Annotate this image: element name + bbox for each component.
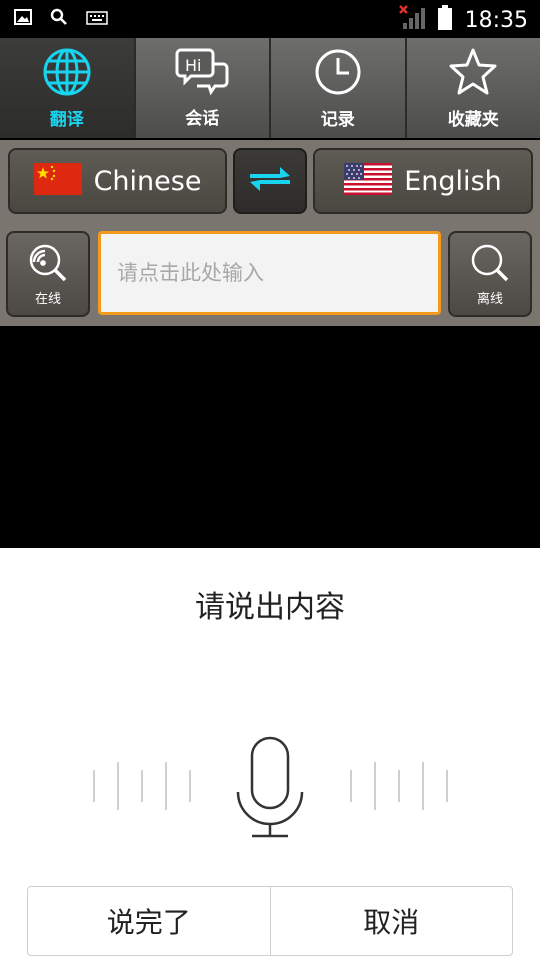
usa-flag-icon <box>344 163 393 199</box>
tab-favorites[interactable]: 收藏夹 <box>406 38 540 138</box>
search-icon <box>469 242 511 286</box>
globe-icon <box>42 47 92 101</box>
svg-text:Hi: Hi <box>185 56 201 75</box>
search-input[interactable] <box>98 231 441 315</box>
result-area <box>0 326 540 548</box>
online-search-button[interactable]: 在线 <box>6 231 90 317</box>
waveform-bar <box>117 762 119 810</box>
image-icon <box>14 9 32 29</box>
waveform-bar <box>189 770 191 802</box>
language-selector-row: Chinese English <box>0 140 540 222</box>
waveform-bar <box>422 762 424 810</box>
tab-history[interactable]: 记录 <box>271 38 407 138</box>
search-icon <box>50 8 68 30</box>
offline-search-button[interactable]: 离线 <box>448 231 532 317</box>
online-label: 在线 <box>34 291 61 307</box>
chat-hi-icon: Hi <box>175 48 229 100</box>
keyboard-icon <box>86 10 108 29</box>
waveform-bar <box>374 762 376 810</box>
tab-label: 会话 <box>185 108 220 129</box>
target-language-label: English <box>404 165 502 197</box>
clock-icon <box>313 47 363 101</box>
china-flag-icon <box>33 163 82 199</box>
tab-conversation[interactable]: Hi 会话 <box>135 38 271 138</box>
tab-label: 翻译 <box>49 109 84 130</box>
tab-label: 收藏夹 <box>447 109 499 130</box>
waveform-bar <box>141 770 143 802</box>
cancel-button[interactable]: 取消 <box>271 887 513 955</box>
status-time: 18:35 <box>464 7 528 33</box>
swap-languages-button[interactable] <box>233 148 307 214</box>
waveform-bar <box>165 762 167 810</box>
search-row: 在线 离线 <box>0 222 540 326</box>
voice-input-dialog: 请说出内容 说完了 取消 <box>0 548 540 960</box>
waveform-bar <box>93 770 95 802</box>
offline-label: 离线 <box>476 291 503 307</box>
microphone-icon[interactable] <box>236 736 304 842</box>
waveform-bar <box>350 770 352 802</box>
done-speaking-button[interactable]: 说完了 <box>28 887 271 955</box>
star-icon <box>447 47 499 101</box>
swap-arrows-icon <box>248 164 292 198</box>
tab-label: 记录 <box>320 109 355 130</box>
source-language-label: Chinese <box>93 165 202 197</box>
battery-icon <box>437 5 453 35</box>
signal-icon <box>398 5 425 35</box>
dialog-button-row: 说完了 取消 <box>27 886 513 956</box>
target-language-button[interactable]: English <box>313 148 533 214</box>
waveform-bar <box>398 770 400 802</box>
waveform-bar <box>446 770 448 802</box>
source-language-button[interactable]: Chinese <box>8 148 227 214</box>
voice-prompt: 请说出内容 <box>195 590 345 625</box>
online-search-icon <box>27 242 69 286</box>
tab-translate[interactable]: 翻译 <box>0 38 136 138</box>
tab-bar: 翻译 Hi 会话 记录 收藏夹 <box>0 38 540 138</box>
status-bar: 18:35 <box>0 0 540 38</box>
